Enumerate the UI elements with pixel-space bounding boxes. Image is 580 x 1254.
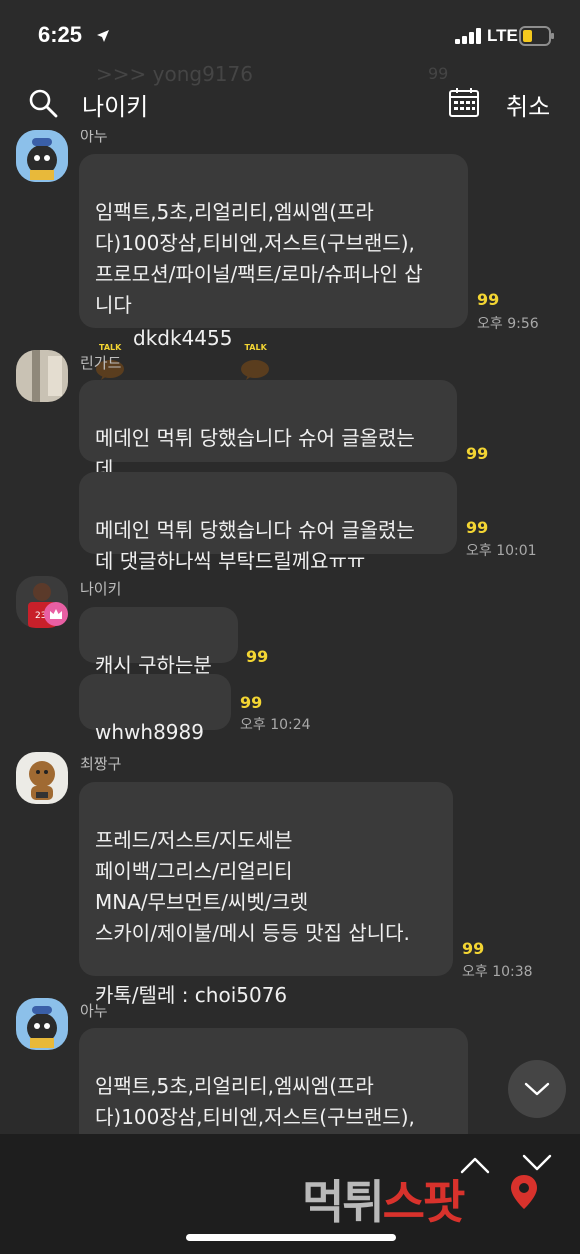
home-indicator[interactable] <box>186 1234 396 1241</box>
search-icon <box>28 88 58 122</box>
chevron-down-icon <box>524 1082 550 1096</box>
talk-label: TALK <box>244 342 267 352</box>
sender-name: 린가드 <box>80 354 122 372</box>
status-time: 6:25 <box>38 22 83 47</box>
chat-area[interactable]: 아누 임팩트,5초,리얼리티,엠씨엠(프라 다)100장삼,티비엔,저스트(구브… <box>0 130 580 1134</box>
map-pin-icon <box>510 1174 538 1214</box>
message-time: 오후 10:01 <box>466 543 537 559</box>
message-time: 오후 10:38 <box>462 964 533 980</box>
kakaotalk-icon: TALK <box>240 328 270 380</box>
scroll-to-bottom-button[interactable] <box>508 1060 566 1118</box>
message-text: 프레드/저스트/지도세븐 페이백/그리스/리얼리티 MNA/무브먼트/씨벳/크렛… <box>95 828 410 1007</box>
avatar[interactable] <box>16 752 68 804</box>
message-time: 오후 10:24 <box>240 717 311 733</box>
message-bubble[interactable]: 프레드/저스트/지도세븐 페이백/그리스/리얼리티 MNA/무브먼트/씨벳/크렛… <box>79 782 453 1007</box>
cancel-button[interactable]: 취소 <box>506 87 550 122</box>
watermark-logo: 먹튀스팟 <box>302 1166 466 1232</box>
message-bubble[interactable]: whwh8989 <box>79 674 231 744</box>
message-text: whwh8989 <box>95 720 204 744</box>
sender-name: 최짱구 <box>80 755 122 773</box>
sender-name: 아누 <box>80 1002 108 1020</box>
unread-count: 99 <box>477 290 500 309</box>
kakaotalk-icon: TALK <box>95 328 125 380</box>
chevron-down-icon <box>522 1154 552 1171</box>
message-bubble[interactable]: 메데인 먹튀 당했습니다 슈어 글올렸는 데 댓글하나씩 부탁드릴께요ㅠㅠ <box>79 472 457 573</box>
sender-name: 나이키 <box>80 580 122 598</box>
message-text: 임팩트,5초,리얼리티,엠씨엠(프라 다)100장삼,티비엔,저스트(구브랜드)… <box>95 1074 415 1129</box>
next-result-button[interactable] <box>522 1154 552 1176</box>
message-bubble[interactable]: 임팩트,5초,리얼리티,엠씨엠(프라 다)100장삼,티비엔,저스트(구브랜드)… <box>79 1028 468 1134</box>
avatar[interactable] <box>16 350 68 402</box>
avatar[interactable] <box>16 130 68 182</box>
previous-result-button[interactable] <box>460 1156 490 1178</box>
unread-count: 99 <box>240 693 263 712</box>
chevron-up-icon <box>460 1157 490 1174</box>
watermark-part2: 스팟 <box>382 1175 466 1229</box>
avatar[interactable] <box>16 998 68 1050</box>
unread-count: 99 <box>246 647 269 666</box>
message-time: 오후 9:56 <box>477 316 539 332</box>
status-bar: 6:25 LTE <box>0 0 580 72</box>
crown-icon <box>44 602 68 626</box>
message-bubble[interactable]: 메데인 먹튀 당했습니다 슈어 글올렸는 데 <box>79 380 457 481</box>
bottom-bar: 먹튀스팟 <box>0 1134 580 1254</box>
talk-handle-row: TALK dkdk4455 TALK <box>95 323 452 380</box>
message-bubble[interactable]: 캐시 구하는분 <box>79 607 238 677</box>
unread-count: 99 <box>466 518 489 537</box>
search-input[interactable]: 나이키 <box>82 87 148 122</box>
search-header: 나이키 취소 <box>0 74 580 132</box>
watermark-part1: 먹튀 <box>302 1175 385 1229</box>
message-text: 임팩트,5초,리얼리티,엠씨엠(프라 다)100장삼,티비엔,저스트(구브랜드)… <box>95 200 423 317</box>
unread-count: 99 <box>466 444 489 463</box>
sender-name: 아누 <box>80 130 108 145</box>
talk-handle: dkdk4455 <box>133 326 233 350</box>
signal-icon <box>455 28 483 48</box>
network-type: LTE <box>487 26 518 45</box>
calendar-icon[interactable] <box>448 86 480 122</box>
unread-count: 99 <box>462 939 485 958</box>
message-text: 메데인 먹튀 당했습니다 슈어 글올렸는 데 댓글하나씩 부탁드릴께요ㅠㅠ <box>95 518 415 573</box>
battery-icon <box>519 26 555 50</box>
message-bubble[interactable]: 임팩트,5초,리얼리티,엠씨엠(프라 다)100장삼,티비엔,저스트(구브랜드)… <box>79 154 468 380</box>
location-arrow-icon <box>96 28 110 47</box>
